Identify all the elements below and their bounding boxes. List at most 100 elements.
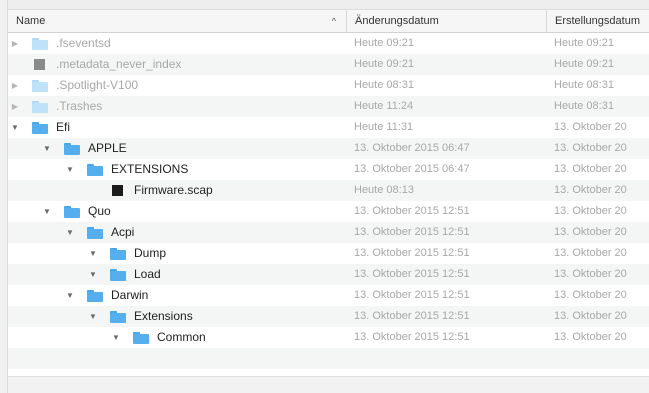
disclosure-triangle-expanded-icon[interactable]: ▼ [42, 201, 52, 222]
created-date: 13. Oktober 20 [554, 226, 627, 238]
folder-icon [64, 143, 80, 155]
modified-date: 13. Oktober 2015 12:51 [354, 331, 470, 343]
created-date: 13. Oktober 20 [554, 310, 627, 322]
modified-date: Heute 09:21 [354, 37, 414, 49]
list-item[interactable]: ▼ Efi Heute 11:31 13. Oktober 20 [8, 117, 649, 138]
created-date: 13. Oktober 20 [554, 163, 627, 175]
item-name: Common [157, 330, 206, 344]
name-cell: ▶ .Trashes [8, 96, 346, 117]
name-cell: ▼ Efi [8, 117, 346, 138]
list-item[interactable]: ▼ Dump 13. Oktober 2015 12:51 13. Oktobe… [8, 243, 649, 264]
created-date: 13. Oktober 20 [554, 268, 627, 280]
file-icon [34, 59, 45, 70]
disclosure-triangle-expanded-icon[interactable]: ▼ [42, 138, 52, 159]
modified-date: 13. Oktober 2015 12:51 [354, 289, 470, 301]
created-date: Heute 09:21 [554, 58, 614, 70]
folder-icon [87, 290, 103, 302]
created-date: 13. Oktober 20 [554, 331, 627, 343]
modified-date: 13. Oktober 2015 06:47 [354, 142, 470, 154]
list-item[interactable]: ▼ Quo 13. Oktober 2015 12:51 13. Oktober… [8, 201, 649, 222]
item-name: EXTENSIONS [111, 162, 189, 176]
list-item[interactable]: Firmware.scap Heute 08:13 13. Oktober 20 [8, 180, 649, 201]
modified-date: 13. Oktober 2015 12:51 [354, 268, 470, 280]
created-date: 13. Oktober 20 [554, 205, 627, 217]
list-item[interactable]: ▼ EXTENSIONS 13. Oktober 2015 06:47 13. … [8, 159, 649, 180]
modified-date: 13. Oktober 2015 06:47 [354, 163, 470, 175]
modified-date: 13. Oktober 2015 12:51 [354, 310, 470, 322]
folder-icon [64, 206, 80, 218]
disclosure-triangle-expanded-icon[interactable]: ▼ [10, 117, 20, 138]
list-item[interactable]: ▶ .fseventsd Heute 09:21 Heute 09:21 [8, 33, 649, 54]
item-name: Acpi [111, 225, 135, 239]
name-cell: ▼ APPLE [8, 138, 346, 159]
list-item[interactable]: ▶ .Spotlight-V100 Heute 08:31 Heute 08:3… [8, 75, 649, 96]
disclosure-triangle-collapsed-icon[interactable]: ▶ [10, 33, 20, 54]
finder-window: Name ^ Änderungsdatum Erstellungsdatum ▶… [0, 0, 649, 393]
created-date: Heute 09:21 [554, 37, 614, 49]
created-date: 13. Oktober 20 [554, 289, 627, 301]
list-item[interactable]: ▼ Load 13. Oktober 2015 12:51 13. Oktobe… [8, 264, 649, 285]
created-date: 13. Oktober 20 [554, 247, 627, 259]
file-icon [112, 185, 123, 196]
column-header-name-label: Name [16, 15, 46, 27]
empty-row [8, 348, 649, 369]
folder-icon [110, 248, 126, 260]
column-header-name[interactable]: Name ^ [8, 10, 346, 32]
disclosure-triangle-expanded-icon[interactable]: ▼ [65, 285, 75, 306]
item-name: Darwin [111, 288, 149, 302]
item-name: Load [134, 267, 161, 281]
disclosure-triangle-collapsed-icon[interactable]: ▶ [10, 96, 20, 117]
disclosure-triangle-expanded-icon[interactable]: ▼ [65, 222, 75, 243]
modified-date: 13. Oktober 2015 12:51 [354, 247, 470, 259]
list-item[interactable]: ▼ Acpi 13. Oktober 2015 12:51 13. Oktobe… [8, 222, 649, 243]
modified-date: Heute 08:13 [354, 184, 414, 196]
name-cell: Firmware.scap [8, 180, 346, 201]
name-cell: ▶ .fseventsd [8, 33, 346, 54]
item-name: .Spotlight-V100 [56, 78, 139, 92]
folder-icon [133, 332, 149, 344]
created-date: Heute 08:31 [554, 100, 614, 112]
folder-icon [87, 227, 103, 239]
disclosure-triangle-expanded-icon[interactable]: ▼ [65, 159, 75, 180]
modified-date: Heute 09:21 [354, 58, 414, 70]
disclosure-triangle-collapsed-icon[interactable]: ▶ [10, 75, 20, 96]
modified-date: 13. Oktober 2015 12:51 [354, 226, 470, 238]
name-cell: ▼ Quo [8, 201, 346, 222]
modified-date: Heute 08:31 [354, 79, 414, 91]
item-name: Dump [134, 246, 167, 260]
column-header-bar: Name ^ Änderungsdatum Erstellungsdatum [8, 10, 649, 33]
item-name: Extensions [134, 309, 193, 323]
name-cell: ▼ Extensions [8, 306, 346, 327]
disclosure-triangle-expanded-icon[interactable]: ▼ [88, 264, 98, 285]
folder-icon [32, 122, 48, 134]
disclosure-triangle-expanded-icon[interactable]: ▼ [88, 306, 98, 327]
disclosure-triangle-expanded-icon[interactable]: ▼ [111, 327, 121, 348]
item-name: APPLE [88, 141, 127, 155]
column-header-modified[interactable]: Änderungsdatum [346, 10, 546, 32]
disclosure-triangle-expanded-icon[interactable]: ▼ [88, 243, 98, 264]
sidebar-edge [0, 0, 8, 393]
column-header-created[interactable]: Erstellungsdatum [546, 10, 649, 32]
name-cell: ▼ Darwin [8, 285, 346, 306]
item-name: .Trashes [56, 99, 103, 113]
item-name: .fseventsd [56, 36, 111, 50]
list-item[interactable]: ▼ APPLE 13. Oktober 2015 06:47 13. Oktob… [8, 138, 649, 159]
sort-ascending-icon: ^ [331, 16, 336, 26]
list-item[interactable]: ▼ Common 13. Oktober 2015 12:51 13. Okto… [8, 327, 649, 348]
created-date: 13. Oktober 20 [554, 184, 627, 196]
folder-icon [32, 101, 48, 113]
list-item[interactable]: .metadata_never_index Heute 09:21 Heute … [8, 54, 649, 75]
horizontal-scrollbar[interactable] [8, 376, 649, 393]
file-list: ▶ .fseventsd Heute 09:21 Heute 09:21 .me… [8, 33, 649, 369]
list-item[interactable]: ▼ Extensions 13. Oktober 2015 12:51 13. … [8, 306, 649, 327]
name-cell: ▼ EXTENSIONS [8, 159, 346, 180]
item-name: Efi [56, 120, 71, 134]
item-name: Firmware.scap [134, 183, 213, 197]
modified-date: Heute 11:24 [354, 100, 414, 112]
created-date: Heute 08:31 [554, 79, 614, 91]
list-item[interactable]: ▶ .Trashes Heute 11:24 Heute 08:31 [8, 96, 649, 117]
list-item[interactable]: ▼ Darwin 13. Oktober 2015 12:51 13. Okto… [8, 285, 649, 306]
window-top-edge [0, 0, 649, 10]
modified-date: Heute 11:31 [354, 121, 414, 133]
item-name: Quo [88, 204, 111, 218]
